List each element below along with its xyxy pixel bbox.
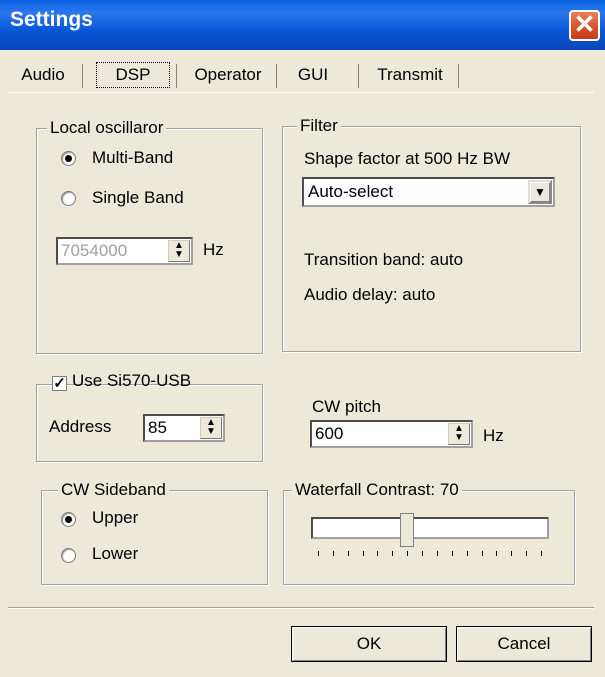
slider-tick (332, 551, 334, 556)
shape-factor-value: Auto-select (308, 182, 394, 201)
slider-tick (496, 551, 498, 556)
settings-window: Settings ✕ Audio DSP Operator GUI Transm… (0, 0, 605, 677)
chevron-down-icon[interactable]: ▼ (528, 180, 552, 204)
slider-tick (451, 551, 453, 556)
use-si570-label: Use Si570-USB (72, 371, 192, 390)
slider-tick (318, 551, 319, 556)
tab-separator (276, 64, 277, 88)
slider-tick (466, 551, 468, 556)
address-spinner[interactable]: 85 ▲ ▼ (143, 414, 225, 442)
cw-pitch-label: CW pitch (312, 397, 381, 416)
tab-separator (358, 64, 359, 88)
frequency-spinner[interactable]: 7054000 ▲ ▼ (56, 237, 193, 265)
shape-factor-select[interactable]: Auto-select ▼ (302, 177, 555, 207)
slider-tick (436, 551, 438, 556)
slider-tick (511, 551, 513, 556)
cancel-button[interactable]: Cancel (456, 626, 592, 662)
slider-tick (422, 551, 424, 556)
address-label: Address (49, 417, 112, 436)
close-icon: ✕ (573, 9, 596, 39)
cw-sideband-group: CW Sideband (41, 480, 268, 585)
frequency-value: 7054000 (61, 241, 128, 260)
slider-tick (526, 551, 528, 556)
tab-separator (458, 64, 459, 88)
lower-radio[interactable] (61, 548, 76, 563)
waterfall-slider-track[interactable] (311, 517, 549, 539)
title-bar[interactable]: Settings ✕ (0, 0, 605, 50)
slider-tick (362, 551, 364, 556)
multi-band-label: Multi-Band (92, 148, 174, 167)
tab-audio[interactable]: Audio (12, 62, 74, 88)
frequency-unit: Hz (203, 240, 224, 259)
transition-band-text: Transition band: auto (304, 250, 464, 269)
address-value: 85 (148, 418, 167, 437)
single-band-label: Single Band (92, 188, 184, 207)
spinner-arrows-icon[interactable]: ▲ ▼ (448, 423, 470, 445)
upper-radio[interactable] (61, 512, 76, 527)
slider-tick (407, 551, 409, 556)
slider-tick (541, 551, 542, 556)
single-band-radio[interactable] (61, 191, 76, 206)
window-title: Settings (10, 8, 93, 31)
slider-tick (377, 551, 379, 556)
tab-transmit[interactable]: Transmit (366, 62, 454, 88)
filter-legend: Filter (297, 116, 341, 136)
spinner-arrows-icon[interactable]: ▲ ▼ (168, 240, 190, 262)
tab-operator[interactable]: Operator (182, 62, 274, 88)
multi-band-radio[interactable] (61, 151, 76, 166)
cw-sideband-legend: CW Sideband (58, 480, 169, 500)
slider-tick (347, 551, 349, 556)
close-button[interactable]: ✕ (569, 10, 600, 41)
lower-label: Lower (92, 544, 139, 563)
cw-pitch-spinner[interactable]: 600 ▲ ▼ (310, 420, 473, 448)
slider-tick (481, 551, 483, 556)
tab-panel-border (8, 92, 594, 93)
waterfall-slider-thumb[interactable] (400, 513, 415, 547)
use-si570-checkbox[interactable]: ✓ (52, 376, 67, 391)
audio-delay-text: Audio delay: auto (304, 285, 436, 304)
cw-pitch-value: 600 (315, 424, 344, 443)
upper-label: Upper (92, 508, 139, 527)
tab-gui[interactable]: GUI (282, 62, 344, 88)
ok-button[interactable]: OK (291, 626, 447, 662)
tab-separator (176, 64, 177, 88)
divider (8, 608, 594, 609)
shape-factor-label: Shape factor at 500 Hz BW (304, 149, 510, 168)
tab-separator (82, 64, 83, 88)
waterfall-contrast-legend: Waterfall Contrast: 70 (292, 480, 462, 500)
local-oscillator-legend: Local oscillaror (47, 118, 167, 138)
tab-dsp[interactable]: DSP (96, 62, 170, 88)
cw-pitch-unit: Hz (483, 426, 504, 445)
slider-tick (392, 551, 394, 556)
spinner-arrows-icon[interactable]: ▲ ▼ (200, 417, 222, 439)
